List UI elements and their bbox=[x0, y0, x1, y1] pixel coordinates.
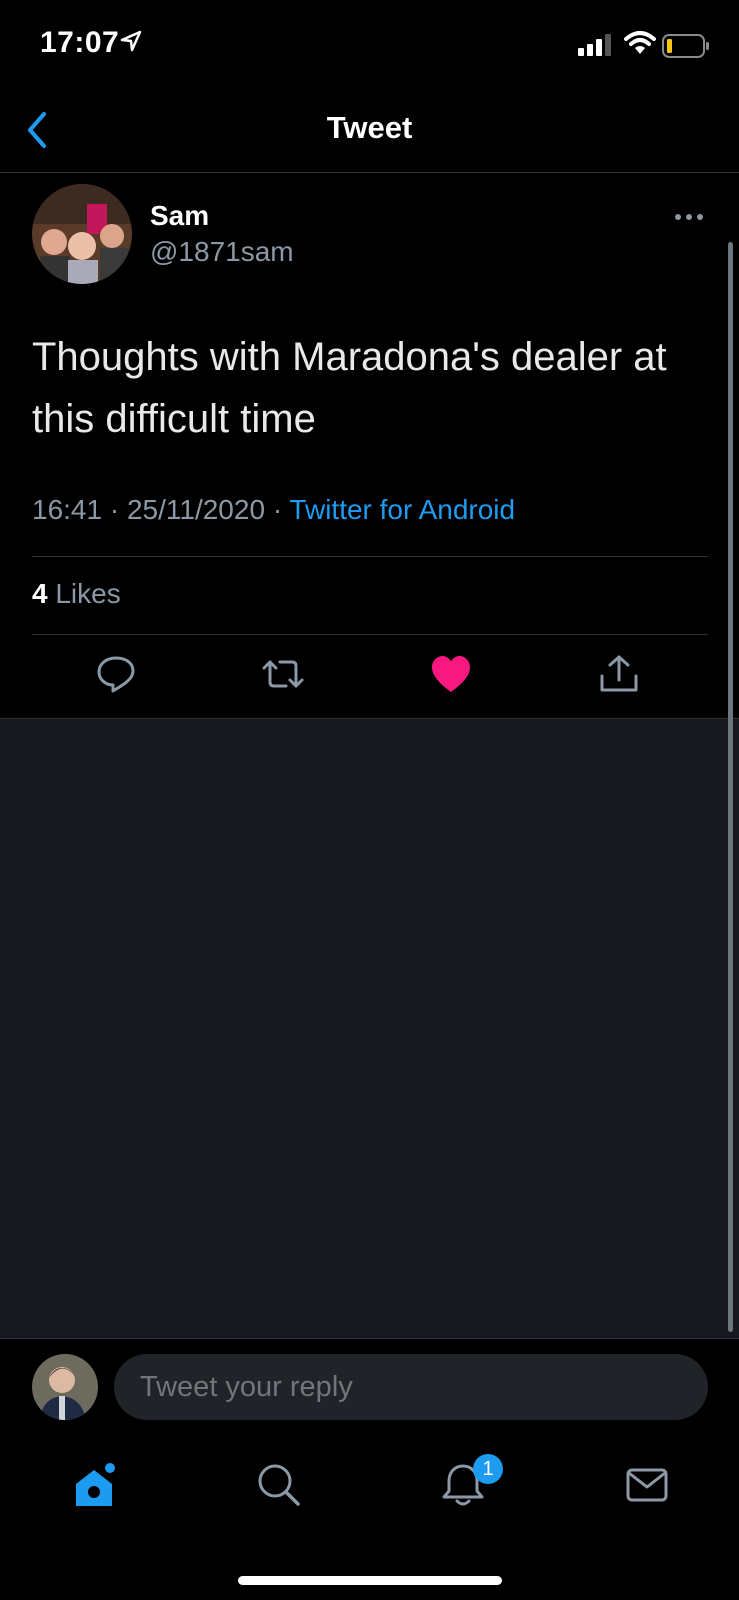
page-title: Tweet bbox=[326, 110, 413, 145]
wifi-icon bbox=[624, 31, 656, 54]
battery-icon bbox=[662, 34, 709, 58]
tweet-source-link[interactable]: Twitter for Android bbox=[289, 494, 515, 525]
user-avatar[interactable] bbox=[32, 1354, 98, 1420]
notifications-badge: 1 bbox=[473, 1454, 503, 1484]
location-arrow-icon bbox=[120, 30, 142, 52]
share-icon[interactable] bbox=[598, 654, 640, 694]
status-time: 17:07 bbox=[40, 26, 120, 59]
tweet-text: Thoughts with Maradona's dealer at this … bbox=[32, 335, 667, 441]
likes-stat[interactable]: 4 Likes bbox=[32, 578, 121, 610]
tweet-date: 25/11/2020 bbox=[126, 494, 266, 525]
divider bbox=[32, 556, 708, 557]
meta-separator: · bbox=[272, 494, 283, 525]
likes-count: 4 bbox=[32, 578, 48, 609]
home-icon[interactable] bbox=[72, 1462, 120, 1510]
reply-input[interactable]: Tweet your reply bbox=[114, 1354, 708, 1420]
envelope-icon[interactable] bbox=[624, 1462, 670, 1508]
more-horizontal-icon[interactable] bbox=[674, 212, 704, 222]
meta-separator: · bbox=[109, 494, 120, 525]
tweet-meta: 16:41 · 25/11/2020 · Twitter for Android bbox=[32, 494, 515, 526]
author-avatar[interactable] bbox=[32, 184, 132, 284]
cellular-signal-icon bbox=[578, 34, 611, 56]
header-divider bbox=[0, 172, 739, 173]
reply-icon[interactable] bbox=[96, 654, 136, 694]
likes-label: Likes bbox=[55, 578, 121, 609]
scrollbar[interactable] bbox=[728, 242, 733, 1332]
tweet-time: 16:41 bbox=[32, 494, 103, 525]
replies-area bbox=[0, 718, 739, 1338]
author-name[interactable]: Sam bbox=[150, 200, 209, 232]
retweet-icon[interactable] bbox=[260, 654, 306, 694]
home-indicator[interactable] bbox=[238, 1576, 502, 1585]
author-handle[interactable]: @1871sam bbox=[150, 236, 294, 268]
search-icon[interactable] bbox=[256, 1462, 302, 1508]
action-bar-divider bbox=[0, 718, 739, 719]
divider bbox=[32, 634, 708, 635]
reply-bar-divider bbox=[0, 1338, 739, 1339]
heart-icon[interactable] bbox=[430, 654, 472, 694]
